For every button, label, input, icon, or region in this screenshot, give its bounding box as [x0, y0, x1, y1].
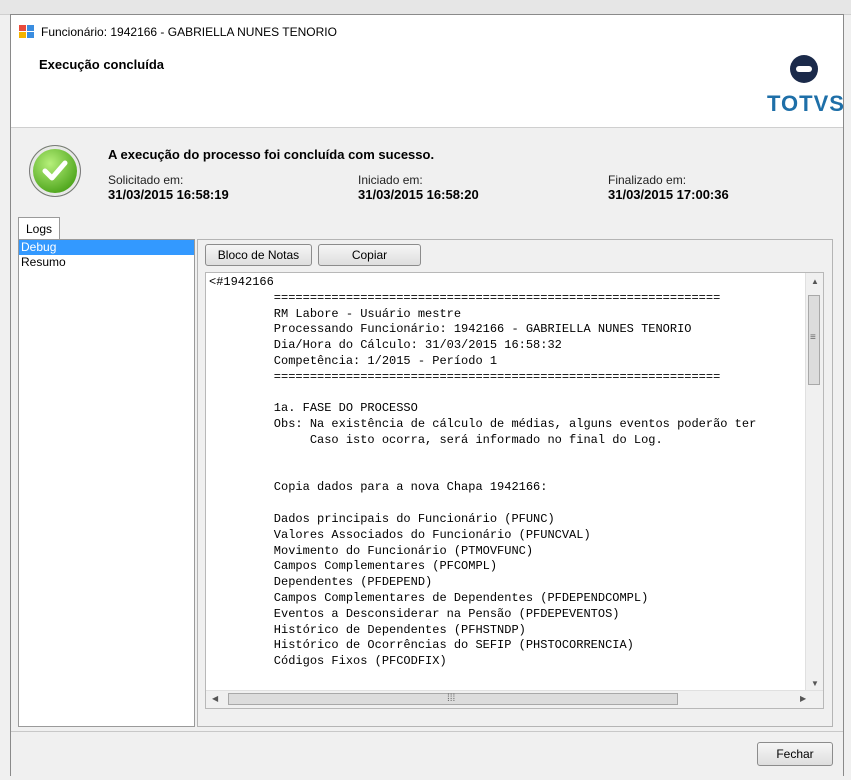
log-viewer-panel: Bloco de Notas Copiar <#1942166 ========… [197, 239, 833, 727]
grip-icon: ⁞⁞⁞ [447, 693, 456, 704]
notepad-button[interactable]: Bloco de Notas [205, 244, 312, 266]
started-label: Iniciado em: [358, 173, 423, 187]
background-taskbar-strip [0, 0, 851, 15]
totvs-logo-text: TOTVS [767, 91, 845, 116]
header-panel: Execução concluída TOTVS [11, 47, 844, 128]
started-value: 31/03/2015 16:58:20 [358, 187, 479, 202]
window-title: Funcionário: 1942166 - GABRIELLA NUNES T… [41, 25, 337, 39]
totvs-logo: TOTVS [767, 55, 844, 121]
title-bar: Funcionário: 1942166 - GABRIELLA NUNES T… [11, 15, 843, 48]
scroll-right-icon[interactable]: ▶ [800, 694, 806, 703]
tab-logs[interactable]: Logs [18, 217, 60, 240]
horizontal-scrollbar[interactable]: ◀ ⁞⁞⁞ ▶ [206, 690, 823, 708]
header-title: Execução concluída [39, 57, 164, 72]
requested-label: Solicitado em: [108, 173, 184, 187]
vertical-scroll-thumb[interactable]: ≡ [808, 295, 820, 385]
grip-icon: ≡ [810, 332, 816, 343]
close-button[interactable]: Fechar [757, 742, 833, 766]
scroll-up-icon[interactable]: ▲ [811, 277, 819, 286]
scroll-down-icon[interactable]: ▼ [811, 679, 819, 688]
requested-value: 31/03/2015 16:58:19 [108, 187, 229, 202]
status-message: A execução do processo foi concluída com… [108, 147, 435, 162]
process-result-window: Funcionário: 1942166 - GABRIELLA NUNES T… [10, 14, 844, 776]
vertical-scrollbar[interactable]: ▲ ≡ ▼ [805, 273, 823, 693]
finished-label: Finalizado em: [608, 173, 687, 187]
horizontal-scroll-thumb[interactable]: ⁞⁞⁞ [228, 693, 678, 705]
copy-button[interactable]: Copiar [318, 244, 421, 266]
footer-bar: Fechar [11, 731, 843, 776]
app-window-icon [19, 25, 35, 39]
list-item-debug[interactable]: Debug [19, 240, 194, 255]
totvs-logo-icon [790, 55, 818, 83]
log-content: <#1942166 ==============================… [209, 275, 757, 669]
log-textbox[interactable]: <#1942166 ==============================… [205, 272, 824, 709]
log-type-list: Debug Resumo [18, 239, 195, 727]
list-item-resumo[interactable]: Resumo [19, 255, 194, 270]
scroll-left-icon[interactable]: ◀ [212, 694, 218, 703]
finished-value: 31/03/2015 17:00:36 [608, 187, 729, 202]
success-check-icon [29, 145, 81, 197]
